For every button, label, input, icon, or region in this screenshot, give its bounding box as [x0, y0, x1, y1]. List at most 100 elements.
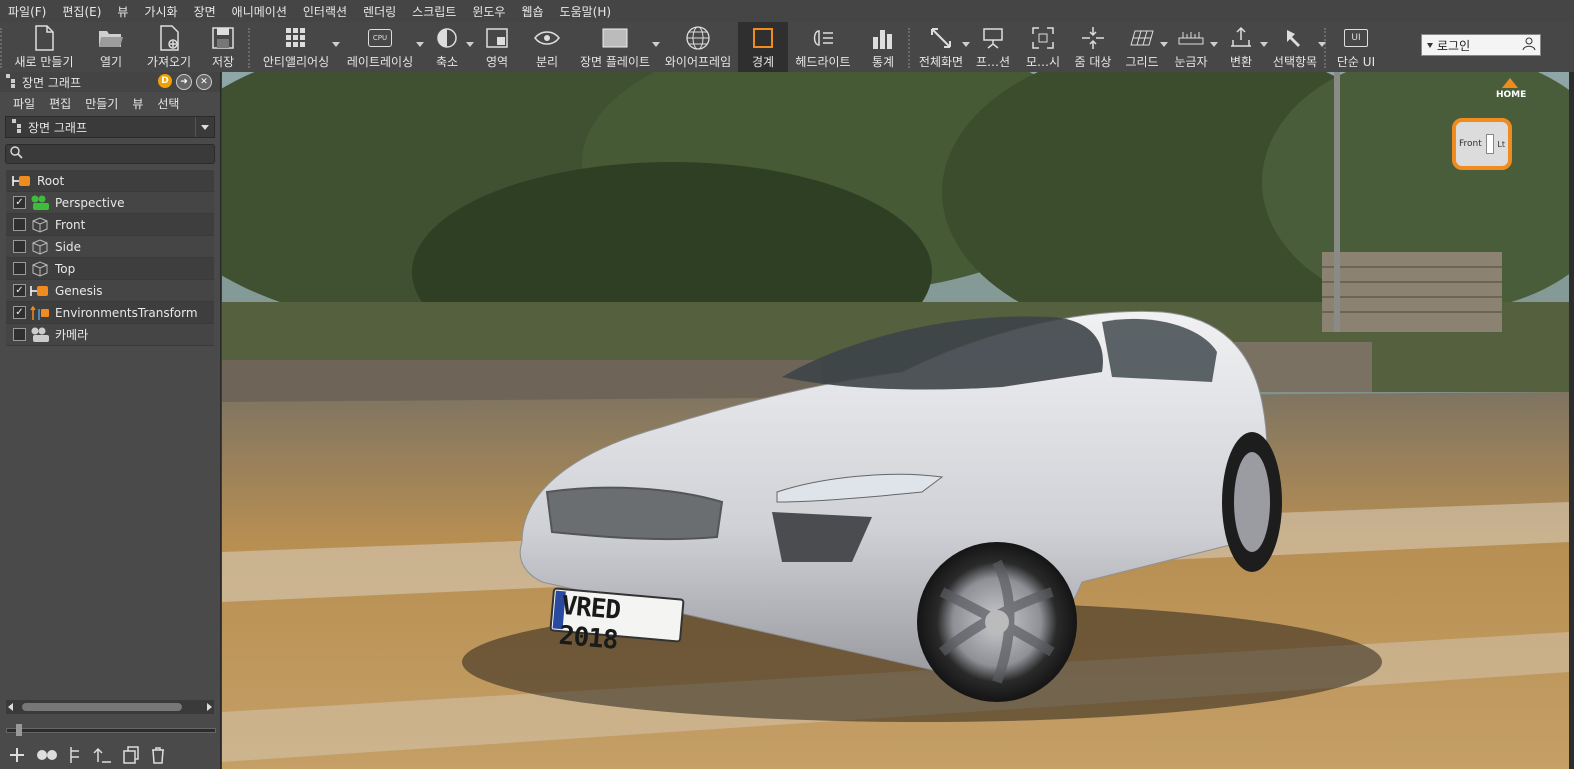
panel-menu-item[interactable]: 뷰	[125, 95, 150, 112]
scrollbar-thumb[interactable]	[22, 703, 182, 711]
menu-item[interactable]: 가시화	[136, 3, 185, 20]
tree-node-label: Side	[55, 239, 81, 254]
panel-menu-item[interactable]: 선택	[150, 95, 186, 112]
menu-item[interactable]: 애니메이션	[224, 3, 295, 20]
dock-icon[interactable]: D	[158, 74, 172, 88]
arrow-right-icon[interactable]: ➜	[176, 74, 192, 90]
move-up-icon[interactable]	[92, 746, 112, 767]
menu-item[interactable]: 파일(F)	[0, 3, 54, 20]
hierarchy-icon[interactable]	[68, 746, 82, 767]
scenegraph-icon	[6, 73, 16, 91]
import-icon	[155, 24, 183, 52]
menu-item[interactable]: 편집(E)	[54, 3, 109, 20]
menu-item[interactable]: 웹숍	[513, 3, 551, 20]
zoom-target-button[interactable]: 줌 대상	[1068, 22, 1118, 72]
add-node-icon[interactable]	[8, 746, 26, 767]
tree-node[interactable]: Top	[6, 258, 214, 280]
root-icon	[12, 173, 32, 189]
menu-item[interactable]: 윈도우	[464, 3, 513, 20]
tree-node-label: Perspective	[55, 195, 125, 210]
open-button[interactable]: 열기	[82, 22, 140, 72]
horizontal-scrollbar[interactable]	[6, 700, 214, 714]
grid-button[interactable]: 그리드	[1118, 22, 1168, 72]
menu-item[interactable]: 뷰	[109, 3, 136, 20]
panel-menu-item[interactable]: 파일	[6, 95, 42, 112]
visibility-checkbox[interactable]	[13, 262, 26, 275]
view-select[interactable]: 장면 그래프	[5, 116, 215, 138]
stats-button[interactable]: 통계	[858, 22, 908, 72]
antialiasing-button[interactable]: 안티앨리어싱	[254, 22, 340, 72]
expand-icon	[927, 24, 955, 52]
visibility-checkbox[interactable]	[13, 240, 26, 253]
antialiasing-label: 안티앨리어싱	[262, 55, 330, 69]
visibility-checkbox[interactable]: ✓	[13, 284, 26, 297]
menu-item[interactable]: 도움말(H)	[552, 3, 620, 20]
tree-node[interactable]: ✓ Perspective	[6, 192, 214, 214]
headlight-button[interactable]: 헤드라이트	[788, 22, 858, 72]
menu-item[interactable]: 렌더링	[355, 3, 404, 20]
slider-knob[interactable]	[16, 724, 22, 736]
ui-badge: UI	[1344, 29, 1368, 47]
visibility-checkbox[interactable]: ✓	[13, 196, 26, 209]
tree-node-label: Genesis	[55, 283, 103, 298]
tree-node[interactable]: ✓ Genesis	[6, 280, 214, 302]
tree-node[interactable]: ✓ EnvironmentsTransform	[6, 302, 214, 324]
panel-menu-item[interactable]: 만들기	[78, 95, 125, 112]
cube-edge[interactable]	[1485, 134, 1494, 154]
fullscreen-button[interactable]: 전체화면	[914, 22, 970, 72]
tree-node[interactable]: Front	[6, 214, 214, 236]
tree-node[interactable]: Side	[6, 236, 214, 258]
scene-plate-button[interactable]: 장면 플레이트	[572, 22, 660, 72]
chevron-down-icon[interactable]	[1318, 42, 1326, 47]
group-icon	[30, 283, 50, 299]
menu-item[interactable]: 스크립트	[404, 3, 464, 20]
panel-menu-item[interactable]: 편집	[42, 95, 78, 112]
new-button[interactable]: 새로 만들기	[6, 22, 82, 72]
scroll-right-icon[interactable]	[207, 703, 212, 711]
wireframe-button[interactable]: 와이어프레임	[658, 22, 738, 72]
headlight-icon	[809, 24, 837, 52]
headlight-label: 헤드라이트	[795, 55, 851, 69]
menu-item[interactable]: 인터랙션	[295, 3, 355, 20]
ruler-button[interactable]: 눈금자	[1166, 22, 1218, 72]
cube-face-left[interactable]: Lt	[1497, 140, 1505, 149]
bounds-button[interactable]: 경계	[738, 22, 788, 72]
group-icon[interactable]	[36, 748, 58, 765]
trash-icon[interactable]	[150, 746, 166, 767]
tree-node[interactable]: 카메라	[6, 324, 214, 346]
search-input[interactable]	[27, 146, 211, 162]
axis-button[interactable]: 축소	[422, 22, 474, 72]
view-cube[interactable]: HOME Front Lt	[1452, 78, 1526, 172]
zoom-slider[interactable]	[6, 724, 216, 736]
selection-button[interactable]: 선택항목	[1266, 22, 1326, 72]
region-button[interactable]: 영역	[472, 22, 522, 72]
copy-icon[interactable]	[122, 746, 140, 767]
search-field[interactable]	[5, 144, 215, 164]
isolate-button[interactable]: 분리	[522, 22, 572, 72]
raytracing-button[interactable]: CPU 레이트레이싱	[338, 22, 424, 72]
fit-icon	[1029, 24, 1057, 52]
visibility-checkbox[interactable]	[13, 218, 26, 231]
save-button[interactable]: 저장	[198, 22, 248, 72]
tree-node[interactable]: Root	[6, 170, 214, 192]
cube-face[interactable]: Front Lt	[1452, 118, 1512, 170]
login-dropdown[interactable]: 로그인	[1421, 34, 1541, 56]
chevron-down-icon	[195, 117, 214, 137]
simple-ui-button[interactable]: UI 단순 UI	[1330, 22, 1382, 72]
save-icon	[209, 24, 237, 52]
cube-face-front[interactable]: Front	[1459, 139, 1482, 149]
transform-button[interactable]: 변환	[1216, 22, 1268, 72]
visibility-checkbox[interactable]: ✓	[13, 306, 26, 319]
ui-icon: UI	[1342, 24, 1370, 52]
close-icon[interactable]: ✕	[196, 74, 212, 90]
frame-button[interactable]: 프…션	[968, 22, 1018, 72]
visibility-checkbox[interactable]	[13, 328, 26, 341]
import-button[interactable]: 가져오기	[140, 22, 198, 72]
mode-button[interactable]: 모…시	[1018, 22, 1068, 72]
axis-label: 축소	[435, 55, 459, 69]
home-button[interactable]: HOME	[1496, 90, 1526, 100]
view-select-value: 장면 그래프	[28, 120, 88, 135]
render-viewport[interactable]: VRED 2018 HOME Front Lt	[222, 72, 1569, 769]
scroll-left-icon[interactable]	[8, 703, 13, 711]
menu-item[interactable]: 장면	[186, 3, 224, 20]
